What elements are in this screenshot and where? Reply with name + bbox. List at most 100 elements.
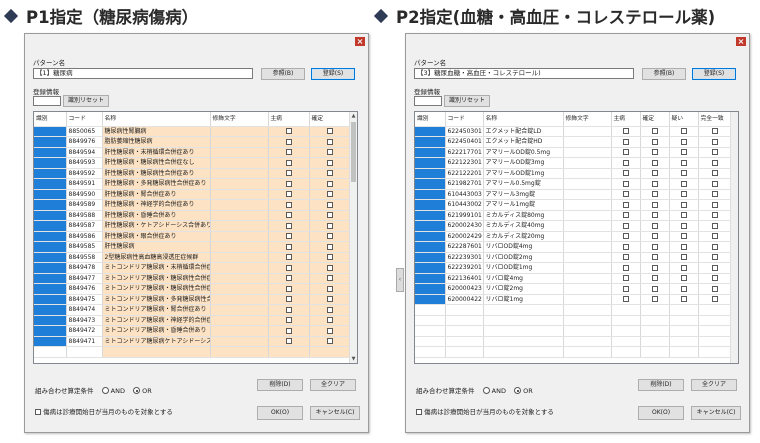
checkbox-icon[interactable]: [651, 128, 658, 135]
flag-cell[interactable]: [640, 315, 670, 326]
checkbox-icon[interactable]: [327, 264, 333, 271]
code-cell[interactable]: 622239301: [445, 252, 484, 263]
identification-cell[interactable]: [415, 294, 446, 305]
checkbox-icon[interactable]: [285, 149, 292, 156]
column-header[interactable]: 修飾文字: [563, 112, 612, 127]
checkbox-icon[interactable]: [327, 338, 333, 345]
modifier-cell[interactable]: [563, 199, 612, 211]
checkbox-icon[interactable]: [651, 233, 658, 240]
checkbox-icon[interactable]: [622, 254, 629, 261]
flag-cell[interactable]: [268, 241, 310, 253]
code-cell[interactable]: 622450301: [445, 126, 484, 137]
name-cell[interactable]: ミトコンドリア糖尿病・多発糖尿病性合併症: [102, 294, 211, 305]
code-cell[interactable]: [445, 325, 484, 337]
checkbox-icon[interactable]: [35, 409, 41, 415]
identification-cell[interactable]: [415, 199, 446, 211]
checkbox-icon[interactable]: [416, 409, 422, 415]
modifier-cell[interactable]: [563, 336, 612, 347]
modifier-cell[interactable]: [563, 252, 612, 263]
table-row[interactable]: 620002429 ミカルディス錠20mg: [415, 231, 733, 242]
checkbox-icon[interactable]: [651, 138, 658, 145]
checkbox-icon[interactable]: [285, 338, 292, 345]
table-row[interactable]: 620000423 リバロ錠2mg: [415, 283, 733, 295]
name-cell[interactable]: 肝性糖尿病・糖尿病性合併症なし: [102, 157, 211, 169]
column-header[interactable]: 名称: [102, 112, 211, 127]
flag-cell[interactable]: [640, 220, 670, 232]
name-cell[interactable]: [483, 336, 564, 347]
modifier-cell[interactable]: [563, 157, 612, 169]
modifier-cell[interactable]: [210, 168, 269, 179]
identification-cell[interactable]: [415, 336, 446, 347]
table-row[interactable]: 622239301 リバロOD錠2mg: [415, 252, 733, 263]
table-row[interactable]: 8849594 肝性糖尿病・末梢循環合併症あり: [34, 147, 352, 158]
checkbox-icon[interactable]: [285, 222, 292, 229]
checkbox-icon[interactable]: [327, 254, 333, 261]
code-cell[interactable]: 8850065: [66, 126, 103, 137]
identification-cell[interactable]: [34, 346, 67, 358]
checkbox-icon[interactable]: [712, 191, 718, 198]
flag-cell[interactable]: [669, 220, 699, 232]
table-row[interactable]: 620000422 リバロ錠1mg: [415, 294, 733, 305]
flag-cell[interactable]: [698, 189, 733, 200]
flag-cell[interactable]: [309, 178, 352, 190]
flag-cell[interactable]: [669, 346, 699, 358]
identification-cell[interactable]: [415, 241, 446, 253]
cancel-button[interactable]: キャンセル(C): [691, 406, 741, 420]
code-cell[interactable]: 8849976: [66, 136, 103, 148]
checkbox-icon[interactable]: [622, 233, 629, 240]
flag-cell[interactable]: [268, 168, 310, 179]
flag-cell[interactable]: [309, 336, 352, 347]
checkbox-icon[interactable]: [680, 254, 687, 261]
checkbox-icon[interactable]: [680, 222, 687, 229]
register-button[interactable]: 登録(S): [692, 68, 736, 80]
identification-cell[interactable]: [415, 346, 446, 358]
code-cell[interactable]: 8849593: [66, 157, 103, 169]
name-cell[interactable]: リバロOD錠2mg: [483, 252, 564, 263]
flag-cell[interactable]: [268, 252, 310, 263]
flag-cell[interactable]: [640, 336, 670, 347]
checkbox-icon[interactable]: [712, 128, 718, 135]
identification-cell[interactable]: [34, 262, 67, 274]
current-month-checkbox-row[interactable]: 傷病は診療開始日が当月のものを対象とする: [416, 406, 554, 416]
identification-cell[interactable]: [415, 262, 446, 274]
flag-cell[interactable]: [268, 189, 310, 200]
table-row[interactable]: 8849589 肝性糖尿病・神経学的合併症あり: [34, 199, 352, 211]
name-cell[interactable]: リバロOD錠4mg: [483, 241, 564, 253]
name-cell[interactable]: エクメット配合錠HD: [483, 136, 564, 148]
modifier-cell[interactable]: [210, 199, 269, 211]
checkbox-icon[interactable]: [327, 243, 333, 250]
modifier-cell[interactable]: [563, 283, 612, 295]
checkbox-icon[interactable]: [712, 222, 718, 229]
identification-cell[interactable]: [415, 283, 446, 295]
checkbox-icon[interactable]: [285, 159, 292, 166]
identification-cell[interactable]: [415, 231, 446, 242]
code-cell[interactable]: 8849594: [66, 147, 103, 158]
name-cell[interactable]: [483, 325, 564, 337]
identification-cell[interactable]: [34, 210, 67, 221]
modifier-cell[interactable]: [563, 178, 612, 190]
pattern-name-input[interactable]: 【3】糖尿血糖・高血圧・コレステロール): [414, 68, 634, 79]
checkbox-icon[interactable]: [680, 170, 687, 177]
scroll-up-icon[interactable]: ▲: [350, 112, 357, 120]
code-cell[interactable]: 8849592: [66, 168, 103, 179]
scroll-thumb[interactable]: [351, 122, 356, 182]
flag-cell[interactable]: [640, 304, 670, 316]
identification-cell[interactable]: [34, 336, 67, 347]
checkbox-icon[interactable]: [680, 191, 687, 198]
flag-cell[interactable]: [669, 199, 699, 211]
table-row[interactable]: 622136401 リバロ錠4mg: [415, 273, 733, 284]
checkbox-icon[interactable]: [712, 254, 718, 261]
code-cell[interactable]: 620002430: [445, 220, 484, 232]
name-cell[interactable]: リバロ錠4mg: [483, 273, 564, 284]
flag-cell[interactable]: [309, 189, 352, 200]
code-cell[interactable]: 8849473: [66, 315, 103, 326]
flag-cell[interactable]: [698, 231, 733, 242]
flag-cell[interactable]: [611, 241, 641, 253]
flag-cell[interactable]: [268, 199, 310, 211]
checkbox-icon[interactable]: [622, 159, 629, 166]
checkbox-icon[interactable]: [680, 128, 687, 135]
table-row[interactable]: 8849478ミトコンドリア糖尿病・末梢循環合併症あり: [34, 262, 352, 274]
flag-cell[interactable]: [640, 262, 670, 274]
flag-cell[interactable]: [268, 346, 310, 358]
checkbox-icon[interactable]: [680, 285, 687, 292]
